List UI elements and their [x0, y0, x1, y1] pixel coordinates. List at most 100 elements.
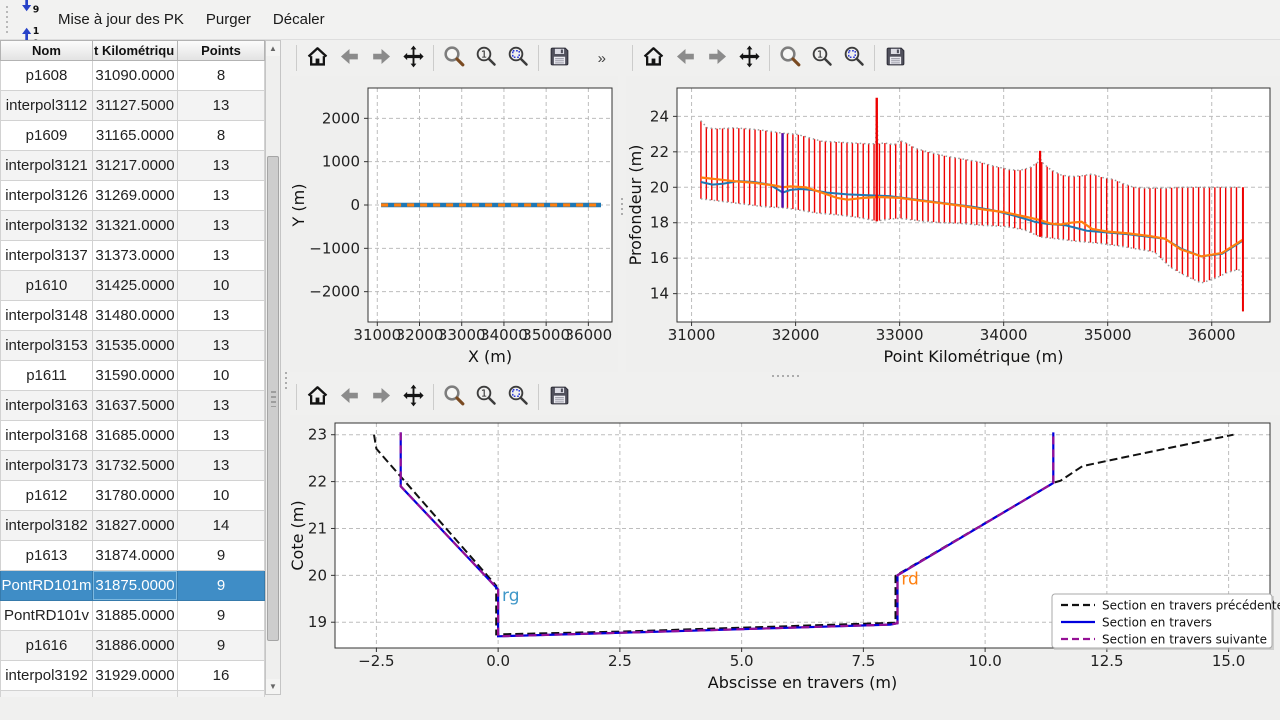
table-row[interactable]: interpol316831685.000013: [0, 421, 265, 451]
table-cell[interactable]: p1612: [0, 481, 93, 511]
action-button-1[interactable]: Purger: [195, 3, 262, 37]
table-cell[interactable]: 31090.0000: [93, 61, 178, 91]
table-row[interactable]: interpol313231321.000013: [0, 211, 265, 241]
table-cell[interactable]: 10: [178, 271, 265, 301]
table-cell[interactable]: interpol3163: [0, 391, 93, 421]
table-row[interactable]: interpol314831480.000013: [0, 301, 265, 331]
table-cell[interactable]: 13: [178, 241, 265, 271]
table-cell[interactable]: PontRD101v: [0, 601, 93, 631]
forward-button[interactable]: [702, 43, 732, 73]
table-cell[interactable]: interpol3192: [0, 661, 93, 691]
table-cell[interactable]: 31780.0000: [93, 481, 178, 511]
save-button[interactable]: [544, 382, 574, 412]
table-cell[interactable]: 31875.0000: [93, 571, 178, 601]
table-cell[interactable]: 31685.0000: [93, 421, 178, 451]
back-button[interactable]: [334, 382, 364, 412]
table-cell[interactable]: 31637.5000: [93, 391, 178, 421]
zoom-button[interactable]: [439, 382, 469, 412]
table-cell[interactable]: 13: [178, 421, 265, 451]
back-button[interactable]: [334, 43, 364, 73]
zoom-button[interactable]: [775, 43, 805, 73]
table-cell[interactable]: interpol3126: [0, 181, 93, 211]
table-cell[interactable]: 10: [178, 361, 265, 391]
zoom-region-button[interactable]: 1: [471, 382, 501, 412]
table-cell[interactable]: p1616: [0, 631, 93, 661]
toolbar-grip[interactable]: [5, 6, 9, 34]
home-button[interactable]: [302, 382, 332, 412]
table-row[interactable]: interpol315331535.000013: [0, 331, 265, 361]
table-cell[interactable]: 31929.0000: [93, 661, 178, 691]
table-cell[interactable]: 10: [178, 481, 265, 511]
sort-descending-button[interactable]: 19: [14, 0, 47, 20]
table-cell[interactable]: 31373.0000: [93, 241, 178, 271]
save-button[interactable]: [880, 43, 910, 73]
home-button[interactable]: [638, 43, 668, 73]
table-cell[interactable]: 13: [178, 151, 265, 181]
table-cell[interactable]: 31217.0000: [93, 151, 178, 181]
table-cell[interactable]: p1609: [0, 121, 93, 151]
splitter-table-plots[interactable]: [282, 40, 290, 720]
table-cell[interactable]: 13: [178, 391, 265, 421]
zoom-auto-button[interactable]: [503, 43, 533, 73]
longitudinal-profile-canvas[interactable]: 3100032000330003400035000360001416182022…: [626, 76, 1280, 372]
table-cell[interactable]: 31425.0000: [93, 271, 178, 301]
table-row[interactable]: interpol316331637.500013: [0, 391, 265, 421]
action-button-0[interactable]: Mise à jour des PK: [47, 3, 195, 37]
table-row[interactable]: interpol312631269.000013: [0, 181, 265, 211]
table-scrollbar[interactable]: ▲ ▼: [265, 40, 281, 695]
table-cell[interactable]: 31269.0000: [93, 181, 178, 211]
cross-section-canvas[interactable]: −2.50.02.55.07.510.012.515.01920212223Ab…: [290, 415, 1280, 720]
save-button[interactable]: [544, 43, 574, 73]
table-cell[interactable]: 31885.0000: [93, 601, 178, 631]
back-button[interactable]: [670, 43, 700, 73]
table-cell[interactable]: 13: [178, 181, 265, 211]
pan-button[interactable]: [734, 43, 764, 73]
table-row[interactable]: interpol317331732.500013: [0, 451, 265, 481]
table-cell[interactable]: 13: [178, 211, 265, 241]
table-cell[interactable]: 9: [178, 631, 265, 661]
table-cell[interactable]: 31535.0000: [93, 331, 178, 361]
column-header-1[interactable]: t Kilométriqu: [93, 40, 178, 61]
table-cell[interactable]: 9: [178, 541, 265, 571]
table-cell[interactable]: interpol3137: [0, 241, 93, 271]
table-cell[interactable]: interpol3112: [0, 91, 93, 121]
table-row[interactable]: PontRD101v31885.00009: [0, 601, 265, 631]
toolbar-overflow-button[interactable]: »: [592, 49, 612, 68]
table-cell[interactable]: 9: [178, 601, 265, 631]
zoom-auto-button[interactable]: [503, 382, 533, 412]
forward-button[interactable]: [366, 43, 396, 73]
table-row[interactable]: interpol319231929.000016: [0, 661, 265, 691]
splitter-top-plots[interactable]: [618, 40, 626, 372]
table-cell[interactable]: 8: [178, 61, 265, 91]
scrollbar-down-arrow-icon[interactable]: ▼: [266, 679, 280, 694]
table-cell[interactable]: 13: [178, 451, 265, 481]
table-cell[interactable]: 13: [178, 331, 265, 361]
table-cell[interactable]: 31165.0000: [93, 121, 178, 151]
table-cell[interactable]: interpol3132: [0, 211, 93, 241]
table-cell[interactable]: PontRD101m: [0, 571, 93, 601]
table-cell[interactable]: 13: [178, 301, 265, 331]
table-cell[interactable]: interpol3121: [0, 151, 93, 181]
table-row[interactable]: p161331874.00009: [0, 541, 265, 571]
pan-button[interactable]: [398, 382, 428, 412]
table-cell[interactable]: interpol3153: [0, 331, 93, 361]
table-cell[interactable]: 31480.0000: [93, 301, 178, 331]
zoom-auto-button[interactable]: [839, 43, 869, 73]
table-cell[interactable]: p1608: [0, 61, 93, 91]
table-cell[interactable]: 14: [178, 511, 265, 541]
table-cell[interactable]: interpol3148: [0, 301, 93, 331]
table-cell[interactable]: 31886.0000: [93, 631, 178, 661]
table-cell[interactable]: interpol3182: [0, 511, 93, 541]
column-header-0[interactable]: Nom: [0, 40, 93, 61]
table-row[interactable]: p161231780.000010: [0, 481, 265, 511]
table-cell[interactable]: 31874.0000: [93, 541, 178, 571]
splitter-top-bottom[interactable]: [290, 372, 1280, 379]
forward-button[interactable]: [366, 382, 396, 412]
column-header-2[interactable]: Points: [178, 40, 265, 61]
table-row[interactable]: p161631886.00009: [0, 631, 265, 661]
home-button[interactable]: [302, 43, 332, 73]
scrollbar-thumb[interactable]: [267, 156, 279, 641]
pan-button[interactable]: [398, 43, 428, 73]
table-cell[interactable]: p1610: [0, 271, 93, 301]
table-row[interactable]: interpol312131217.000013: [0, 151, 265, 181]
